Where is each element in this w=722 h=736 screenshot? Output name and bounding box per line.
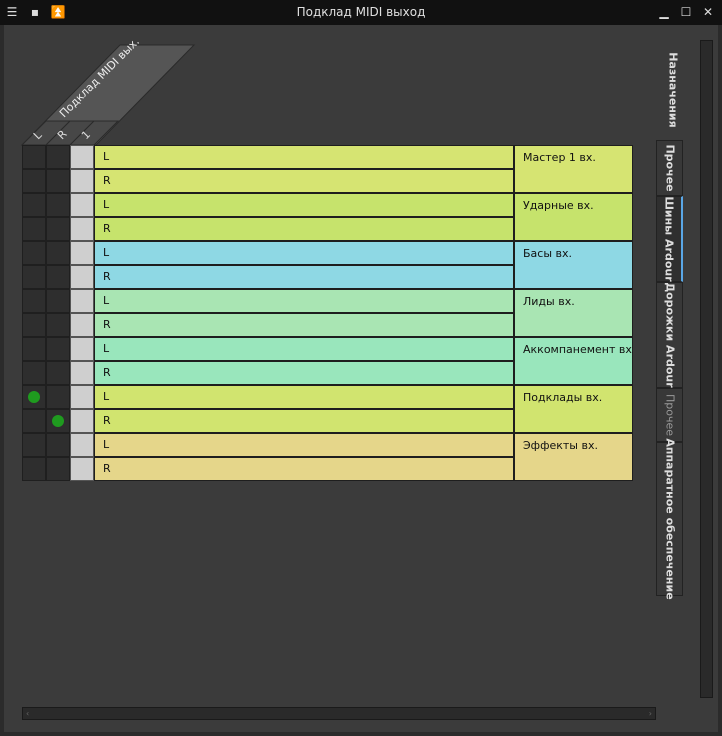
horizontal-scrollbar[interactable]: ‹ › (22, 707, 656, 720)
matrix-cell[interactable] (22, 409, 46, 433)
side-header-label: Назначения (666, 52, 680, 128)
matrix-cell[interactable] (22, 193, 46, 217)
matrix-cell[interactable] (22, 169, 46, 193)
port-label[interactable]: L (94, 337, 514, 361)
connection-dot[interactable] (52, 415, 64, 427)
matrix-cell[interactable] (70, 289, 94, 313)
bundle-label[interactable]: Подклады вх. (514, 385, 633, 433)
matrix-cell[interactable] (70, 361, 94, 385)
matrix-cell[interactable] (70, 169, 94, 193)
matrix-cell[interactable] (46, 217, 70, 241)
side-tab[interactable]: Прочее (656, 140, 683, 196)
matrix-cell[interactable] (22, 217, 46, 241)
bundle-label[interactable]: Мастер 1 вх. (514, 145, 633, 193)
scroll-left-icon[interactable]: ‹ (26, 709, 29, 718)
matrix-cell[interactable] (70, 457, 94, 481)
port-label[interactable]: L (94, 385, 514, 409)
port-label[interactable]: R (94, 409, 514, 433)
side-tab[interactable]: Шины Ardour (656, 196, 683, 282)
port-label[interactable]: R (94, 265, 514, 289)
matrix-cell[interactable] (22, 313, 46, 337)
connection-dot[interactable] (28, 391, 40, 403)
port-label[interactable]: R (94, 313, 514, 337)
side-tab-label: Прочее (663, 144, 676, 192)
matrix-cell[interactable] (46, 433, 70, 457)
scroll-right-icon[interactable]: › (649, 709, 652, 718)
matrix-cell[interactable] (22, 337, 46, 361)
port-label[interactable]: R (94, 457, 514, 481)
side-tab-label: Шины Ardour (662, 196, 676, 282)
port-label[interactable]: L (94, 241, 514, 265)
matrix-cell[interactable] (46, 337, 70, 361)
side-tab[interactable]: Дорожки Ardour (656, 282, 683, 388)
matrix-cell[interactable] (70, 193, 94, 217)
port-label[interactable]: L (94, 145, 514, 169)
matrix-cell[interactable] (22, 145, 46, 169)
side-tab-label: Аппаратное обеспечение (663, 438, 676, 600)
bundle-label[interactable]: Ударные вх. (514, 193, 633, 241)
matrix-cell[interactable] (46, 169, 70, 193)
side-tab-label: Прочее (663, 393, 676, 437)
matrix-cell[interactable] (22, 241, 46, 265)
matrix-cell[interactable] (22, 457, 46, 481)
matrix-cell[interactable] (46, 265, 70, 289)
matrix-cell[interactable] (46, 313, 70, 337)
port-label[interactable]: L (94, 193, 514, 217)
matrix-cell[interactable] (70, 241, 94, 265)
matrix-cell[interactable] (46, 289, 70, 313)
matrix-cell[interactable] (70, 145, 94, 169)
port-label[interactable]: R (94, 169, 514, 193)
matrix-cell[interactable] (22, 289, 46, 313)
side-tab-label: Дорожки Ardour (663, 282, 676, 388)
port-label[interactable]: L (94, 433, 514, 457)
side-header: Назначения (661, 50, 685, 130)
matrix-cell[interactable] (70, 385, 94, 409)
matrix-cell[interactable] (22, 265, 46, 289)
matrix-cell[interactable] (70, 217, 94, 241)
matrix-cell[interactable] (46, 361, 70, 385)
port-label[interactable]: R (94, 361, 514, 385)
matrix-cell[interactable] (70, 313, 94, 337)
matrix-cell[interactable] (22, 433, 46, 457)
matrix-cell[interactable] (46, 457, 70, 481)
matrix-cell[interactable] (70, 409, 94, 433)
bundle-label[interactable]: Басы вх. (514, 241, 633, 289)
side-tab[interactable]: Прочее (656, 388, 683, 442)
port-label[interactable]: R (94, 217, 514, 241)
matrix-cell[interactable] (70, 433, 94, 457)
bundle-label[interactable]: Лиды вх. (514, 289, 633, 337)
port-label[interactable]: L (94, 289, 514, 313)
bundle-label[interactable]: Эффекты вх. (514, 433, 633, 481)
matrix-cell[interactable] (70, 265, 94, 289)
matrix-cell[interactable] (46, 193, 70, 217)
matrix-cell[interactable] (46, 241, 70, 265)
port-matrix-window: ☰ ▪ ⏫ Подклад MIDI выход ▁ ☐ ✕ Подклад M… (0, 0, 722, 736)
side-tab[interactable]: Аппаратное обеспечение (656, 438, 683, 600)
matrix-cell[interactable] (46, 145, 70, 169)
matrix-cell[interactable] (22, 361, 46, 385)
vertical-scrollbar[interactable] (700, 40, 713, 698)
matrix-cell[interactable] (70, 337, 94, 361)
matrix-cell[interactable] (46, 385, 70, 409)
bundle-label[interactable]: Аккомпанемент вх (514, 337, 633, 385)
